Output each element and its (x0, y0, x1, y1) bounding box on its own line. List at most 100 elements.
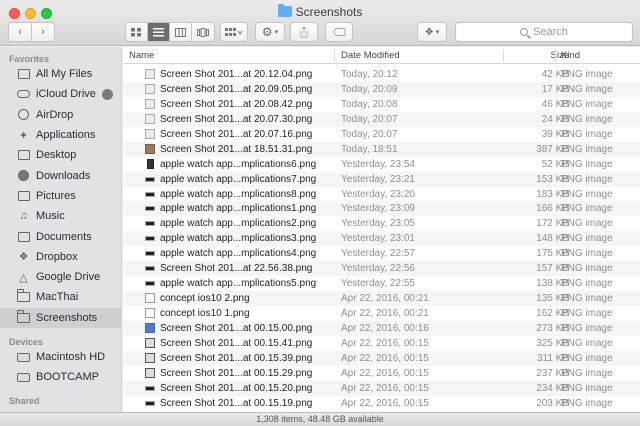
file-date: Today, 20:08 (341, 98, 398, 110)
table-row[interactable]: Screen Shot 201...at 20.09.05.png Today, … (123, 81, 640, 97)
table-row[interactable]: Screen Shot 201...at 20.08.42.png Today, … (123, 97, 640, 112)
png-file-icon (145, 191, 155, 197)
table-row[interactable]: apple watch app...mplications8.png Yester… (123, 187, 640, 202)
favorites-header: Favorites (9, 54, 50, 64)
file-kind: PNG image (561, 128, 613, 140)
file-kind: PNG image (561, 248, 613, 260)
downloads-icon (17, 170, 30, 182)
file-date: Apr 22, 2016, 00:15 (341, 352, 429, 364)
sidebar-item-label: Documents (36, 230, 92, 243)
file-date: Apr 22, 2016, 00:15 (341, 367, 429, 379)
tag-button[interactable] (325, 22, 353, 42)
share-button[interactable] (290, 22, 318, 42)
sidebar-item-label: AirDrop (36, 108, 74, 121)
file-date: Today, 18:51 (341, 143, 398, 155)
toolbar: Screenshots ‹ › ⚙ ▾ ❖ ▾ Search (0, 0, 640, 46)
sidebar-item-all-my-files[interactable]: All My Files (0, 64, 121, 84)
file-name: Screen Shot 201...at 00.15.00.png (160, 322, 313, 334)
pictures-icon (17, 190, 30, 202)
table-row[interactable]: apple watch app...mplications1.png Yester… (123, 201, 640, 217)
column-divider[interactable] (503, 49, 504, 62)
file-kind: PNG image (561, 203, 613, 215)
column-divider[interactable] (555, 49, 556, 62)
window-title-text: Screenshots (295, 5, 363, 19)
table-row[interactable]: apple watch app...mplications4.png Yester… (123, 246, 640, 261)
arrange-button[interactable] (220, 22, 248, 42)
cloud-icon (17, 88, 30, 100)
file-name: Screen Shot 201...at 20.12.04.png (160, 69, 313, 80)
file-name: Screen Shot 201...at 20.09.05.png (160, 83, 313, 95)
sidebar-item-documents[interactable]: Documents (0, 226, 121, 246)
table-row[interactable]: apple watch app...mplications2.png Yester… (123, 216, 640, 231)
sidebar-item-screenshots[interactable]: Screenshots (0, 307, 121, 328)
file-name: Screen Shot 201...at 00.15.41.png (160, 337, 313, 349)
file-kind: PNG image (561, 308, 613, 319)
dropbox-icon: ❖ (18, 251, 29, 264)
sidebar-item-dropbox[interactable]: ❖ Dropbox (0, 247, 121, 267)
file-kind: PNG image (561, 188, 613, 200)
sidebar-item-bootcamp[interactable]: BOOTCAMP (0, 367, 121, 387)
table-row[interactable]: Screen Shot 201...at 00.15.00.png Apr 22,… (123, 320, 640, 336)
table-row[interactable]: apple watch app...mplications3.png Yester… (123, 231, 640, 247)
table-row[interactable]: Screen Shot 201...at 00.15.19.png Apr 22,… (123, 396, 640, 411)
sidebar-item-google-drive[interactable]: △ Google Drive (0, 267, 121, 287)
sidebar-item-label: Downloads (36, 169, 91, 182)
file-date: Yesterday, 22:55 (341, 278, 415, 290)
table-row[interactable]: concept ios10 1.png Apr 22, 2016, 00:21 16… (123, 306, 640, 321)
table-row[interactable]: Screen Shot 201...at 00.15.41.png Apr 22,… (123, 336, 640, 351)
search-field[interactable]: Search (455, 22, 633, 42)
sidebar-item-label: Applications (36, 129, 96, 142)
png-file-icon (145, 143, 155, 154)
table-row[interactable]: concept ios10 2.png Apr 22, 2016, 00:21 13… (123, 291, 640, 306)
table-row[interactable]: Screen Shot 201...at 00.15.29.png Apr 22,… (123, 366, 640, 381)
sidebar-item-applications[interactable]: ✦ Applications (0, 125, 121, 145)
forward-button[interactable]: › (31, 22, 55, 42)
name-column-header[interactable]: Name (129, 50, 154, 61)
png-file-icon (145, 128, 155, 139)
table-row[interactable]: Screen Shot 201...at 22.56.38.png Yesterd… (123, 261, 640, 277)
devices-header: Devices (9, 336, 44, 347)
table-row[interactable]: Screen Shot 201...at 20.07.16.png Today, … (123, 127, 640, 142)
sidebar-item-icloud-drive[interactable]: iCloud Drive (0, 84, 121, 104)
cover-flow-button[interactable] (192, 23, 214, 41)
action-button[interactable]: ⚙ ▾ (255, 22, 285, 42)
column-divider[interactable] (334, 49, 335, 62)
table-row[interactable]: Screen Shot 201...at 20.12.04.png Today, … (123, 67, 640, 82)
date-column-header[interactable]: Date Modified (341, 50, 400, 61)
file-kind: PNG image (561, 69, 613, 80)
table-row[interactable]: Screen Shot 201...at 00.15.20.png Apr 22,… (123, 380, 640, 396)
table-row[interactable]: apple watch app...mplications6.png Yester… (123, 157, 640, 172)
table-row[interactable]: apple watch app...mplications5.png Yester… (123, 276, 640, 291)
file-kind: PNG image (561, 263, 613, 275)
sidebar-item-pictures[interactable]: Pictures (0, 186, 121, 206)
back-button[interactable]: ‹ (8, 22, 32, 42)
sidebar-item-downloads[interactable]: Downloads (0, 165, 121, 185)
table-row[interactable]: Screen Shot 201...at 20.07.30.png Today, … (123, 111, 640, 127)
chevron-down-icon: ▾ (274, 29, 279, 36)
table-row[interactable]: Screen Shot 201...at 18.51.31.png Today, … (123, 141, 640, 157)
list-view-button[interactable] (148, 23, 170, 41)
file-date: Today, 20:12 (341, 69, 398, 80)
png-file-icon (145, 69, 155, 79)
column-view-button[interactable] (170, 23, 192, 41)
grid-icon (131, 27, 141, 36)
sidebar-item-macthai[interactable]: MacThai (0, 287, 121, 307)
sidebar-item-airdrop[interactable]: AirDrop (0, 105, 121, 125)
dropbox-button[interactable]: ❖ ▾ (417, 22, 447, 42)
sidebar-item-macintosh-hd[interactable]: Macintosh HD (0, 347, 121, 367)
file-kind: PNG image (561, 322, 613, 334)
png-file-icon (145, 176, 155, 182)
search-placeholder: Search (533, 26, 568, 38)
png-file-icon (145, 266, 155, 272)
kind-column-header[interactable]: Kind (561, 50, 580, 61)
table-row[interactable]: Screen Shot 201...at 00.15.39.png Apr 22,… (123, 350, 640, 366)
file-list: Name Date Modified Size Kind Screen Shot… (123, 47, 640, 412)
sidebar-item-desktop[interactable]: Desktop (0, 145, 121, 165)
arrange-icon (225, 27, 243, 36)
png-file-icon (145, 322, 155, 333)
icon-view-button[interactable] (126, 23, 148, 41)
file-date: Apr 22, 2016, 00:21 (341, 293, 429, 305)
table-row[interactable]: apple watch app...mplications7.png Yester… (123, 171, 640, 187)
file-kind: PNG image (561, 337, 613, 349)
sidebar-item-music[interactable]: ♫ Music (0, 206, 121, 226)
